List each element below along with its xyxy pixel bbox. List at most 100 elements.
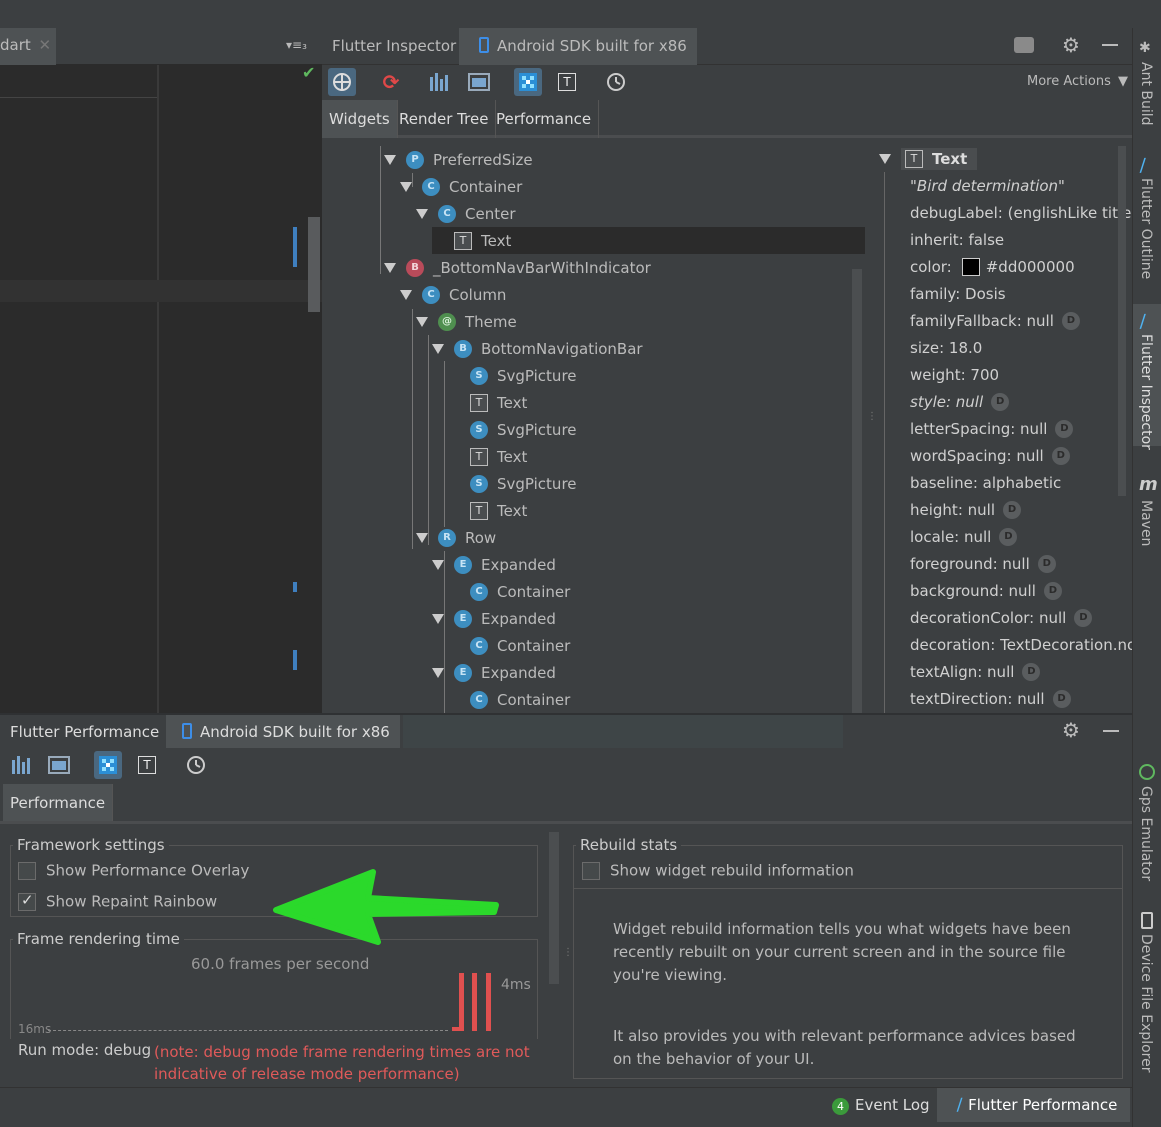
- tool-flutter-outline[interactable]: Flutter Outline: [1138, 178, 1154, 279]
- tree-node[interactable]: T Text: [432, 227, 865, 254]
- property-row[interactable]: background: null D: [910, 577, 1132, 604]
- property-row[interactable]: wordSpacing: null D: [910, 442, 1132, 469]
- show-overlay-row[interactable]: Show Performance Overlay: [18, 861, 249, 880]
- slow-animations-button[interactable]: [602, 68, 630, 96]
- expand-triangle-icon[interactable]: [432, 559, 444, 570]
- property-row[interactable]: color: #dd000000: [910, 253, 1132, 280]
- property-row[interactable]: size: 18.0: [910, 334, 1132, 361]
- tree-node[interactable]: C Container: [322, 686, 867, 713]
- editor-scrollbar[interactable]: [308, 217, 320, 312]
- tree-node[interactable]: @ Theme: [322, 308, 867, 335]
- property-row[interactable]: weight: 700: [910, 361, 1132, 388]
- tree-node[interactable]: B BottomNavigationBar: [322, 335, 867, 362]
- property-row[interactable]: decoration: TextDecoration.non: [910, 631, 1132, 658]
- property-row[interactable]: textAlign: null D: [910, 658, 1132, 685]
- widget-tree[interactable]: P PreferredSize C Container C Center T Text B _Bo…: [322, 141, 877, 713]
- tab-android-sdk[interactable]: Android SDK built for x86: [166, 715, 400, 750]
- tree-node[interactable]: C Container: [322, 173, 867, 200]
- tree-node[interactable]: C Container: [322, 578, 867, 605]
- show-overlay-checkbox[interactable]: [18, 861, 36, 880]
- tree-node[interactable]: C Container: [322, 632, 867, 659]
- property-row[interactable]: familyFallback: null D: [910, 307, 1132, 334]
- props-scrollbar[interactable]: [1118, 146, 1126, 496]
- event-log-button[interactable]: 4 Event Log: [832, 1096, 930, 1115]
- select-widget-button[interactable]: [328, 68, 356, 96]
- editor-tab[interactable]: dart ✕: [0, 28, 56, 65]
- props-header[interactable]: T Text: [873, 145, 978, 172]
- repaint-rainbow-button[interactable]: [514, 68, 542, 96]
- expand-triangle-icon[interactable]: [400, 289, 412, 300]
- chat-icon[interactable]: [1014, 37, 1034, 53]
- property-row[interactable]: height: null D: [910, 496, 1132, 523]
- tree-node[interactable]: E Expanded: [322, 659, 867, 686]
- slow-animations-button[interactable]: [182, 751, 210, 779]
- debug-paint-button[interactable]: [45, 751, 73, 779]
- tab-performance[interactable]: Performance: [3, 784, 114, 821]
- expand-triangle-icon[interactable]: [432, 343, 444, 354]
- gear-icon[interactable]: ⚙: [1062, 33, 1080, 57]
- more-actions-button[interactable]: More Actions ▼: [1027, 74, 1128, 89]
- show-rainbow-row[interactable]: ✓ Show Repaint Rainbow: [18, 891, 217, 911]
- close-icon[interactable]: ✕: [39, 36, 52, 54]
- expand-triangle-icon[interactable]: [400, 181, 412, 192]
- collapse-triangle-icon[interactable]: [879, 153, 891, 164]
- refresh-tree-button[interactable]: ⟳: [377, 68, 405, 96]
- tree-node[interactable]: E Expanded: [322, 605, 867, 632]
- property-row[interactable]: textDirection: null D: [910, 685, 1132, 712]
- property-row[interactable]: locale: null D: [910, 523, 1132, 550]
- property-row[interactable]: inherit: false: [910, 226, 1132, 253]
- tree-node[interactable]: S SvgPicture: [322, 470, 867, 497]
- repaint-rainbow-button[interactable]: [94, 751, 122, 779]
- text-baselines-button[interactable]: T: [553, 68, 581, 96]
- performance-overlay-button[interactable]: [426, 68, 454, 96]
- minimize-icon[interactable]: [1102, 44, 1118, 46]
- tree-node[interactable]: T Text: [322, 497, 867, 524]
- gear-icon[interactable]: ⚙: [1062, 718, 1080, 742]
- splitter[interactable]: [549, 832, 559, 984]
- expand-triangle-icon[interactable]: [384, 154, 396, 165]
- splitter-handle[interactable]: ⋮: [563, 947, 573, 958]
- tool-flutter-inspector[interactable]: Flutter Inspector: [1138, 334, 1154, 450]
- text-baselines-button[interactable]: T: [133, 751, 161, 779]
- tool-ant-build[interactable]: Ant Build: [1138, 62, 1154, 126]
- minimize-icon[interactable]: [1103, 730, 1119, 732]
- expand-triangle-icon[interactable]: [384, 262, 396, 273]
- tool-device-file-explorer[interactable]: Device File Explorer: [1138, 934, 1154, 1073]
- show-rainbow-checkbox[interactable]: ✓: [18, 891, 36, 911]
- performance-overlay-button[interactable]: [8, 751, 36, 779]
- tree-node[interactable]: T Text: [322, 389, 867, 416]
- tab-menu-icon[interactable]: ▾≡₃: [286, 38, 307, 52]
- flutter-performance-button[interactable]: ⧸ Flutter Performance: [937, 1088, 1130, 1122]
- property-row[interactable]: letterSpacing: null D: [910, 415, 1132, 442]
- tree-node[interactable]: P PreferredSize: [322, 146, 867, 173]
- tree-node[interactable]: T Text: [322, 443, 867, 470]
- tab-flutter-inspector[interactable]: Flutter Inspector: [322, 28, 466, 65]
- property-row[interactable]: baseline: alphabetic: [910, 469, 1132, 496]
- property-row[interactable]: style: null D: [910, 388, 1132, 415]
- show-rebuild-row[interactable]: Show widget rebuild information: [582, 861, 854, 880]
- tree-node[interactable]: C Center: [322, 200, 867, 227]
- tool-maven[interactable]: Maven: [1138, 500, 1154, 546]
- property-row[interactable]: debugLabel: (englishLike title 20: [910, 199, 1132, 226]
- property-row[interactable]: "Bird determination": [910, 172, 1132, 199]
- tree-node[interactable]: E Expanded: [322, 551, 867, 578]
- tab-widgets[interactable]: Widgets: [322, 100, 398, 138]
- property-row[interactable]: family: Dosis: [910, 280, 1132, 307]
- tree-node[interactable]: C Column: [322, 281, 867, 308]
- tree-node[interactable]: S SvgPicture: [322, 416, 867, 443]
- tab-performance[interactable]: Performance: [489, 100, 600, 138]
- tree-node[interactable]: B _BottomNavBarWithIndicator: [322, 254, 867, 281]
- expand-triangle-icon[interactable]: [432, 613, 444, 624]
- expand-triangle-icon[interactable]: [416, 208, 428, 219]
- debug-paint-button[interactable]: [465, 68, 493, 96]
- tree-node[interactable]: R Row: [322, 524, 867, 551]
- tool-gps-emulator[interactable]: Gps Emulator: [1138, 786, 1154, 881]
- expand-triangle-icon[interactable]: [416, 316, 428, 327]
- tab-android-sdk[interactable]: Android SDK built for x86: [459, 28, 697, 65]
- property-row[interactable]: decorationColor: null D: [910, 604, 1132, 631]
- property-row[interactable]: foreground: null D: [910, 550, 1132, 577]
- expand-triangle-icon[interactable]: [432, 667, 444, 678]
- tab-render-tree[interactable]: Render Tree: [392, 100, 497, 138]
- tree-scrollbar[interactable]: [852, 269, 862, 713]
- expand-triangle-icon[interactable]: [416, 532, 428, 543]
